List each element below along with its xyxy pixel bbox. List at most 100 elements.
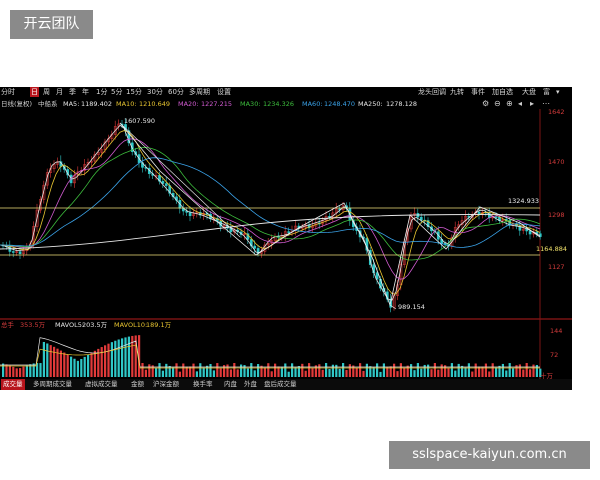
volume-bar — [529, 369, 532, 377]
tab-outer-disk[interactable]: 外盘 — [244, 379, 257, 390]
volume-bar — [386, 366, 389, 377]
tab-monthly[interactable]: 月 — [56, 87, 63, 97]
price-axis-label-4: 1127 — [548, 263, 565, 271]
volume-bar — [141, 363, 144, 377]
dragon-head-button[interactable]: 龙头回调 — [418, 87, 446, 97]
tab-5min[interactable]: 5分 — [111, 87, 122, 97]
tab-multi-period-volume[interactable]: 多周期成交量 — [33, 379, 72, 390]
candle-body — [164, 183, 168, 186]
volume-bar — [437, 369, 440, 377]
volume-bar — [178, 371, 181, 377]
ma10-label: MA10: — [116, 100, 137, 108]
events-button[interactable]: 事件 — [471, 87, 485, 97]
tab-after-hours-volume[interactable]: 盘后成交量 — [264, 379, 297, 390]
tab-daily[interactable]: 日 — [30, 87, 39, 97]
volume-bar — [175, 363, 178, 377]
tab-hs-amount[interactable]: 沪深金额 — [153, 379, 179, 390]
volume-bar — [508, 363, 511, 377]
ma-indicator-bar: 日线(复权) 中船系 MA5: 1189.402 MA10: 1210.649 … — [0, 99, 572, 109]
volume-bar — [114, 340, 117, 377]
volume-bar — [240, 364, 243, 377]
right-arrow-icon[interactable]: ▸ — [530, 99, 534, 109]
volume-bar — [93, 350, 96, 377]
volume-bar — [342, 363, 345, 377]
volume-bar — [433, 363, 436, 377]
volume-bar — [19, 368, 22, 377]
market-button[interactable]: 大盘 — [522, 87, 536, 97]
volume-bar — [488, 371, 491, 377]
volume-bar — [301, 363, 304, 377]
volume-bar — [308, 363, 311, 377]
volume-bar — [501, 363, 504, 377]
mavol10-value: 189.1万 — [146, 321, 172, 329]
chart-mode-label: 日线(复权) — [1, 100, 33, 108]
rich-button[interactable]: 富 — [543, 87, 550, 97]
tab-60min[interactable]: 60分 — [168, 87, 184, 97]
volume-bar — [532, 364, 535, 377]
settings-gear-icon[interactable]: ⚙ — [482, 99, 489, 109]
low-price-label: 989.154 — [398, 303, 425, 311]
volume-bar — [318, 364, 321, 377]
volume-bar — [447, 368, 450, 377]
candle-body — [287, 231, 291, 233]
resistance-label: 1324.933 — [508, 197, 540, 205]
tab-weekly[interactable]: 周 — [43, 87, 50, 97]
volume-bar — [284, 363, 287, 377]
stock-chart-window: 分时 日 周 月 季 年 1分 5分 15分 30分 60分 多周期 设置 龙头… — [0, 87, 572, 390]
candle-body — [253, 245, 257, 249]
volume-bar — [63, 352, 66, 377]
tab-yearly[interactable]: 年 — [82, 87, 89, 97]
volume-bar — [53, 346, 56, 377]
minus-icon[interactable]: ⊖ — [494, 99, 501, 109]
tab-fenshi[interactable]: 分时 — [1, 87, 15, 97]
tab-volume[interactable]: 成交量 — [1, 379, 25, 390]
volume-bar — [263, 367, 266, 377]
volume-bar — [328, 369, 331, 377]
settings-button[interactable]: 设置 — [217, 87, 231, 97]
candle-body — [477, 211, 481, 215]
volume-bar — [161, 370, 164, 377]
price-axis-label-top: 1642 — [548, 108, 565, 116]
volume-bar — [430, 369, 433, 377]
ma20-value: 1227.215 — [201, 100, 233, 108]
tab-quarterly[interactable]: 季 — [69, 87, 76, 97]
tab-amount[interactable]: 金额 — [131, 379, 144, 390]
tab-virtual-volume[interactable]: 虚拟成交量 — [85, 379, 118, 390]
tab-1min[interactable]: 1分 — [96, 87, 107, 97]
volume-bar — [199, 363, 202, 377]
moving-average-line — [0, 147, 541, 261]
volume-bar — [226, 364, 229, 377]
tab-15min[interactable]: 15分 — [126, 87, 142, 97]
volume-bar — [80, 359, 83, 377]
tab-30min[interactable]: 30分 — [147, 87, 163, 97]
nine-turn-button[interactable]: 九转 — [450, 87, 464, 97]
left-arrow-icon[interactable]: ◂ — [518, 99, 522, 109]
volume-bar — [403, 367, 406, 377]
volume-bar — [15, 368, 18, 377]
add-watchlist-button[interactable]: 加自选 — [492, 87, 513, 97]
volume-bar — [172, 367, 175, 377]
mavol5-label: MAVOL5: — [55, 321, 85, 329]
plus-icon[interactable]: ⊕ — [506, 99, 513, 109]
tab-inner-disk[interactable]: 内盘 — [224, 379, 237, 390]
volume-bar — [321, 369, 324, 377]
dropdown-arrow-icon[interactable]: ▾ — [556, 87, 560, 97]
candle-body — [528, 230, 532, 235]
volume-bar — [8, 365, 11, 377]
tab-multi-period[interactable]: 多周期 — [189, 87, 210, 97]
watermark-top: 开云团队 — [10, 10, 93, 39]
volume-bar — [168, 365, 171, 377]
ma60-value: 1248.470 — [324, 100, 356, 108]
volume-bar — [209, 363, 212, 377]
tab-turnover[interactable]: 换手率 — [193, 379, 213, 390]
volume-bar — [396, 371, 399, 377]
volume-bar — [59, 350, 62, 377]
volume-bar — [393, 363, 396, 377]
volume-bar — [287, 371, 290, 377]
volume-bar — [182, 363, 185, 377]
volume-bar — [66, 354, 69, 377]
volume-bar — [362, 370, 365, 377]
volume-bar — [454, 370, 457, 377]
candle-body — [188, 212, 192, 217]
volume-bar — [274, 363, 277, 377]
